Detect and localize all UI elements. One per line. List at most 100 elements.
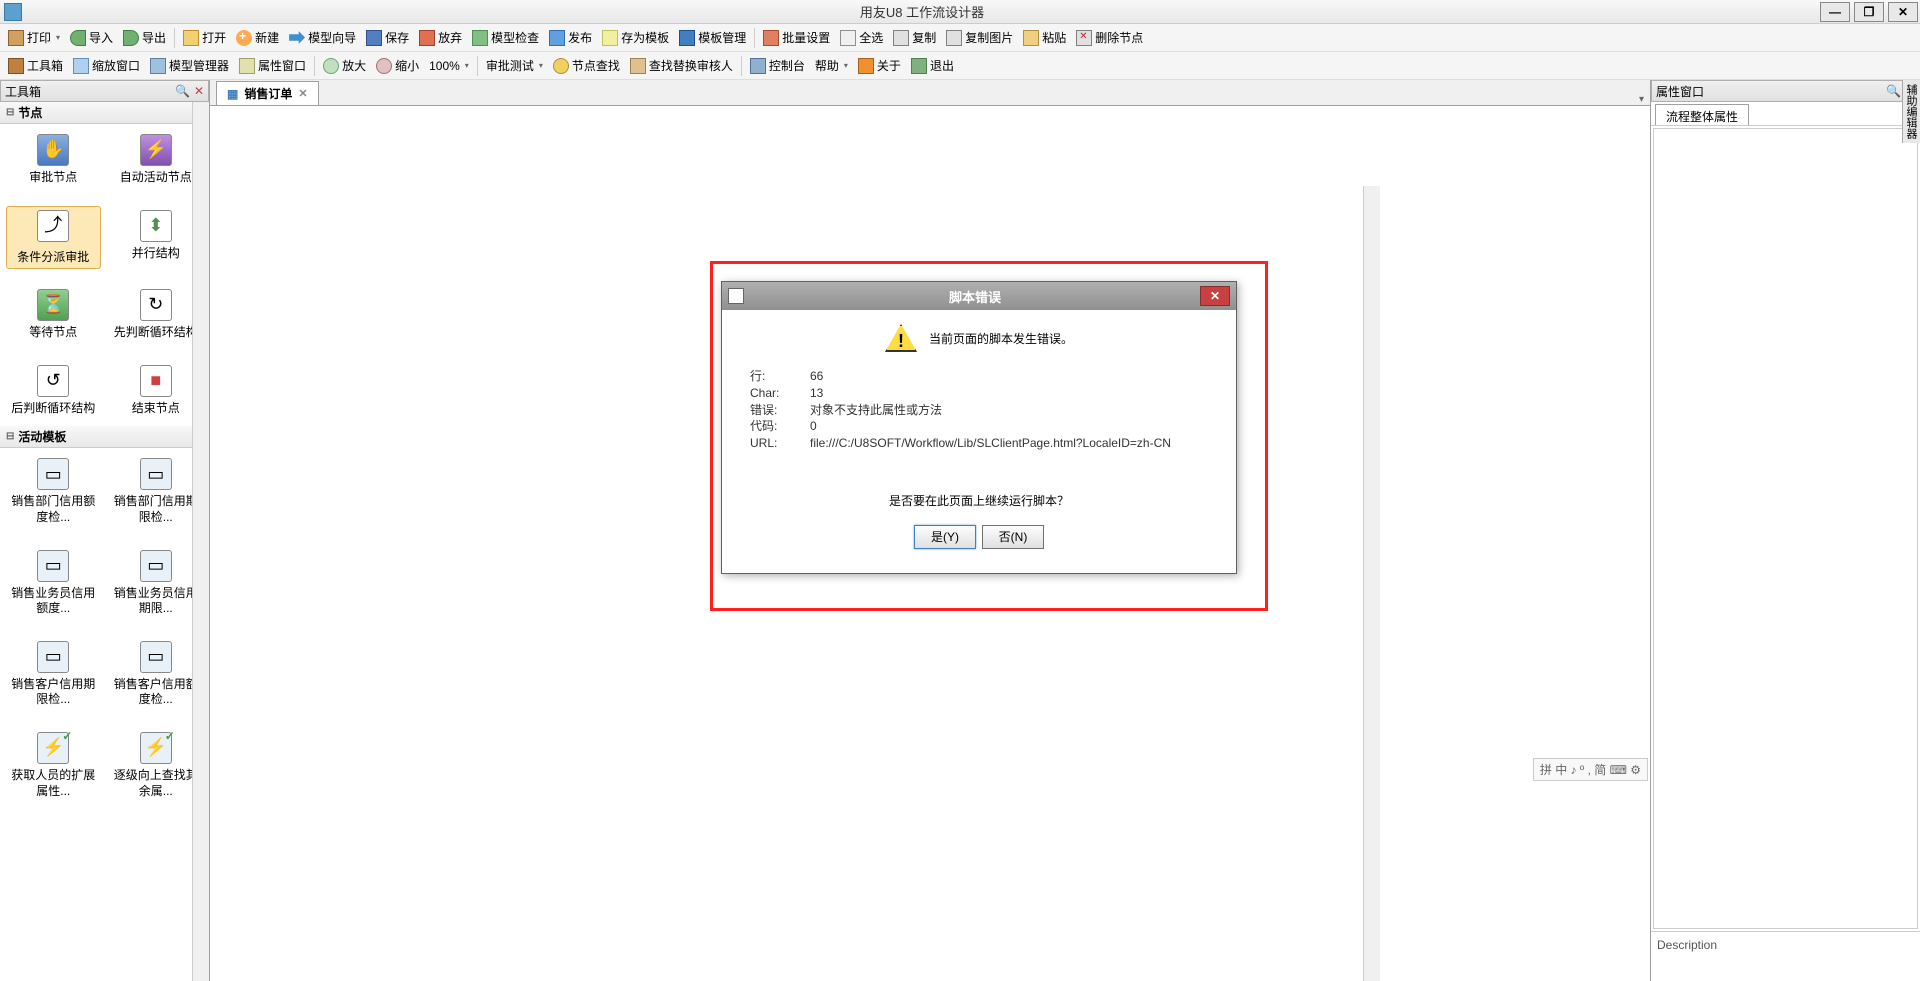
template-item[interactable]: ▭销售业务员信用期限... bbox=[109, 546, 204, 621]
template-item[interactable]: ⚡获取人员的扩展属性... bbox=[6, 728, 101, 803]
save-as-template-button[interactable]: 存为模板 bbox=[598, 27, 673, 48]
close-panel-icon[interactable]: ✕ bbox=[194, 84, 204, 98]
node-parallel[interactable]: ⬍并行结构 bbox=[109, 206, 204, 270]
postloop-node-icon: ↺ bbox=[37, 365, 69, 397]
dialog-titlebar[interactable]: 脚本错误 ✕ bbox=[722, 282, 1236, 310]
zoom-out-button[interactable]: 缩小 bbox=[372, 55, 423, 76]
scrollbar[interactable] bbox=[1363, 186, 1380, 981]
dropdown-icon: ▾ bbox=[539, 61, 543, 70]
replace-reviewer-button[interactable]: 查找替换审核人 bbox=[626, 55, 737, 76]
dropdown-icon: ▾ bbox=[844, 61, 848, 70]
dialog-close-button[interactable]: ✕ bbox=[1200, 286, 1230, 306]
template-item[interactable]: ▭销售部门信用期限检... bbox=[109, 454, 204, 529]
nodes-section-header[interactable]: ⊟ 节点 bbox=[0, 102, 209, 124]
node-conditional[interactable]: ⤴条件分派审批 bbox=[6, 206, 101, 270]
template-item[interactable]: ▭销售部门信用额度检... bbox=[6, 454, 101, 529]
description-label: Description bbox=[1657, 938, 1717, 952]
zoom-percent-dropdown[interactable]: 100%▾ bbox=[425, 57, 473, 75]
template-icon: ▭ bbox=[37, 641, 69, 673]
node-wait[interactable]: ⏳等待节点 bbox=[6, 285, 101, 345]
ime-bar[interactable]: 拼 中 ♪ º , 简 ⌨ ⚙ bbox=[1533, 758, 1648, 781]
template-icon: ▭ bbox=[140, 550, 172, 582]
publish-button[interactable]: 发布 bbox=[545, 27, 596, 48]
templates-section-header[interactable]: ⊟ 活动模板 bbox=[0, 426, 209, 448]
help-button[interactable]: 帮助▾ bbox=[811, 55, 852, 76]
fit-window-icon bbox=[73, 58, 89, 74]
node-preloop[interactable]: ↻先判断循环结构 bbox=[109, 285, 204, 345]
maximize-button[interactable]: ❐ bbox=[1854, 2, 1884, 22]
template-item[interactable]: ▭销售客户信用额度检... bbox=[109, 637, 204, 712]
search-icon[interactable]: 🔍 bbox=[1886, 84, 1901, 98]
close-tab-icon[interactable]: ✕ bbox=[298, 87, 307, 100]
dropdown-icon: ▾ bbox=[465, 61, 469, 70]
select-all-button[interactable]: 全选 bbox=[836, 27, 887, 48]
property-grid[interactable] bbox=[1653, 128, 1918, 929]
approval-test-button[interactable]: 审批测试▾ bbox=[482, 55, 547, 76]
fit-window-button[interactable]: 缩放窗口 bbox=[69, 55, 144, 76]
no-button[interactable]: 否(N) bbox=[982, 525, 1044, 549]
aux-editor-strip[interactable]: 辅助编辑器 bbox=[1902, 80, 1920, 143]
node-approve[interactable]: ✋审批节点 bbox=[6, 130, 101, 190]
wizard-button[interactable]: 模型向导 bbox=[285, 27, 360, 48]
document-tab[interactable]: ▦ 销售订单 ✕ bbox=[216, 81, 319, 105]
window-title: 用友U8 工作流设计器 bbox=[26, 2, 1818, 21]
template-manage-button[interactable]: 模板管理 bbox=[675, 27, 750, 48]
exit-button[interactable]: 退出 bbox=[907, 55, 958, 76]
new-button[interactable]: 新建 bbox=[232, 27, 283, 48]
select-all-icon bbox=[840, 30, 856, 46]
paste-icon bbox=[1023, 30, 1039, 46]
save-button[interactable]: 保存 bbox=[362, 27, 413, 48]
model-manager-icon bbox=[150, 58, 166, 74]
template-item[interactable]: ▭销售客户信用期限检... bbox=[6, 637, 101, 712]
separator bbox=[174, 28, 175, 48]
template-item[interactable]: ▭销售业务员信用额度... bbox=[6, 546, 101, 621]
tab-overflow-icon[interactable]: ▾ bbox=[1639, 94, 1644, 105]
toolbox-button[interactable]: 工具箱 bbox=[4, 55, 67, 76]
discard-button[interactable]: 放弃 bbox=[415, 27, 466, 48]
url-label: URL: bbox=[750, 435, 810, 452]
main-area: 工具箱 🔍 ✕ ⊟ 节点 ✋审批节点 ⚡自动活动节点 ⤴条件分派审批 ⬍并行结构… bbox=[0, 80, 1920, 981]
find-node-button[interactable]: 节点查找 bbox=[549, 55, 624, 76]
template-item[interactable]: ⚡逐级向上查找其余属... bbox=[109, 728, 204, 803]
new-icon bbox=[236, 30, 252, 46]
error-value: 对象不支持此属性或方法 bbox=[810, 402, 1208, 419]
open-button[interactable]: 打开 bbox=[179, 27, 230, 48]
separator bbox=[314, 56, 315, 76]
node-end[interactable]: ■结束节点 bbox=[109, 361, 204, 421]
exit-icon bbox=[911, 58, 927, 74]
conditional-node-icon: ⤴ bbox=[37, 210, 69, 242]
export-button[interactable]: 导出 bbox=[119, 27, 170, 48]
code-label: 代码: bbox=[750, 418, 810, 435]
auto-node-icon: ⚡ bbox=[140, 134, 172, 166]
close-button[interactable]: ✕ bbox=[1888, 2, 1918, 22]
node-postloop[interactable]: ↺后判断循环结构 bbox=[6, 361, 101, 421]
zoom-in-button[interactable]: 放大 bbox=[319, 55, 370, 76]
property-window-button[interactable]: 属性窗口 bbox=[235, 55, 310, 76]
console-button[interactable]: 控制台 bbox=[746, 55, 809, 76]
node-auto[interactable]: ⚡自动活动节点 bbox=[109, 130, 204, 190]
model-manager-button[interactable]: 模型管理器 bbox=[146, 55, 233, 76]
search-icon[interactable]: 🔍 bbox=[175, 84, 190, 98]
batch-button[interactable]: 批量设置 bbox=[759, 27, 834, 48]
minimize-button[interactable]: — bbox=[1820, 2, 1850, 22]
paste-button[interactable]: 粘贴 bbox=[1019, 27, 1070, 48]
about-button[interactable]: 关于 bbox=[854, 55, 905, 76]
error-label: 错误: bbox=[750, 402, 810, 419]
template-icon: ⚡ bbox=[140, 732, 172, 764]
scrollbar[interactable] bbox=[192, 102, 209, 981]
copy-image-button[interactable]: 复制图片 bbox=[942, 27, 1017, 48]
property-tab-overall[interactable]: 流程整体属性 bbox=[1655, 104, 1749, 125]
import-button[interactable]: 导入 bbox=[66, 27, 117, 48]
property-panel: 属性窗口 🔍 ✕ 流程整体属性 Description bbox=[1650, 80, 1920, 981]
delete-node-button[interactable]: 删除节点 bbox=[1072, 27, 1147, 48]
workflow-canvas[interactable]: 脚本错误 ✕ ! 当前页面的脚本发生错误。 行:66 Char:13 错误:对象… bbox=[210, 106, 1650, 981]
print-button[interactable]: 打印▾ bbox=[4, 27, 64, 48]
collapse-icon: ⊟ bbox=[6, 431, 14, 442]
yes-button[interactable]: 是(Y) bbox=[914, 525, 976, 549]
url-value: file:///C:/U8SOFT/Workflow/Lib/SLClientP… bbox=[810, 435, 1208, 452]
copy-button[interactable]: 复制 bbox=[889, 27, 940, 48]
property-tabs: 流程整体属性 bbox=[1651, 102, 1920, 126]
toolbox-icon bbox=[8, 58, 24, 74]
model-check-button[interactable]: 模型检查 bbox=[468, 27, 543, 48]
separator bbox=[754, 28, 755, 48]
